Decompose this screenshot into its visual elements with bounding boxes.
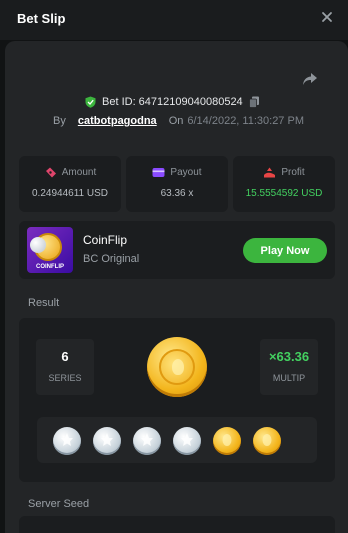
multiplier-box: ×63.36 MULTIP (260, 339, 318, 395)
bet-slip-title: Bet Slip (17, 11, 66, 26)
multiplier-label: MULTIP (272, 373, 306, 383)
silver-coin-icon (133, 427, 161, 455)
payout-label: Payout (170, 167, 202, 178)
flip-series (37, 417, 317, 463)
profit-icon (264, 167, 276, 178)
result-coin-icon (147, 337, 207, 397)
ticket-icon (45, 167, 56, 178)
payout-card: Payout 63.36 x (126, 156, 228, 212)
copy-icon[interactable] (248, 96, 260, 108)
payout-value: 63.36 x (160, 188, 194, 199)
multiplier-value: ×63.36 (268, 349, 310, 364)
user-link[interactable]: catbotpagodna (78, 115, 157, 127)
shield-check-icon (85, 96, 96, 108)
game-name: CoinFlip (83, 233, 128, 247)
server-seed-label: Server Seed (28, 498, 90, 510)
server-seed-box (19, 516, 335, 533)
share-icon[interactable] (302, 72, 318, 86)
play-now-button[interactable]: Play Now (243, 238, 327, 263)
bet-byline: By catbotpagodna On 6/14/2022, 11:30:27 … (53, 115, 304, 127)
silver-coin-icon (93, 427, 121, 455)
amount-card: Amount 0.24944611 USD (19, 156, 121, 212)
silver-coin-icon (53, 427, 81, 455)
profit-card: Profit 15.5554592 USD (233, 156, 335, 212)
gold-coin-icon (253, 427, 281, 455)
bet-date: 6/14/2022, 11:30:27 PM (187, 115, 304, 127)
result-card: 6 SERIES ×63.36 MULTIP (19, 318, 335, 482)
wallet-icon (152, 168, 165, 177)
gold-coin-icon (213, 427, 241, 455)
amount-value: 0.24944611 USD (32, 188, 108, 199)
game-card: COINFLIP CoinFlip BC Original Play Now (19, 221, 335, 279)
result-label: Result (28, 297, 60, 309)
profit-value: 15.5554592 USD (245, 188, 323, 199)
silver-coin-icon (173, 427, 201, 455)
game-thumbnail[interactable]: COINFLIP (27, 227, 73, 273)
amount-label: Amount (61, 167, 97, 178)
series-label: SERIES (48, 373, 82, 383)
series-box: 6 SERIES (36, 339, 94, 395)
header-bar: Bet Slip (0, 0, 348, 40)
bet-id-row: Bet ID: 64712109040080524 (85, 95, 260, 109)
profit-label: Profit (281, 167, 305, 178)
game-subtitle: BC Original (83, 253, 140, 265)
on-label: On (168, 115, 184, 127)
bet-id-text: Bet ID: 64712109040080524 (102, 96, 243, 108)
series-value: 6 (61, 349, 69, 364)
thumbnail-label: COINFLIP (36, 264, 64, 270)
close-icon[interactable] (317, 7, 337, 27)
by-label: By (53, 115, 66, 127)
